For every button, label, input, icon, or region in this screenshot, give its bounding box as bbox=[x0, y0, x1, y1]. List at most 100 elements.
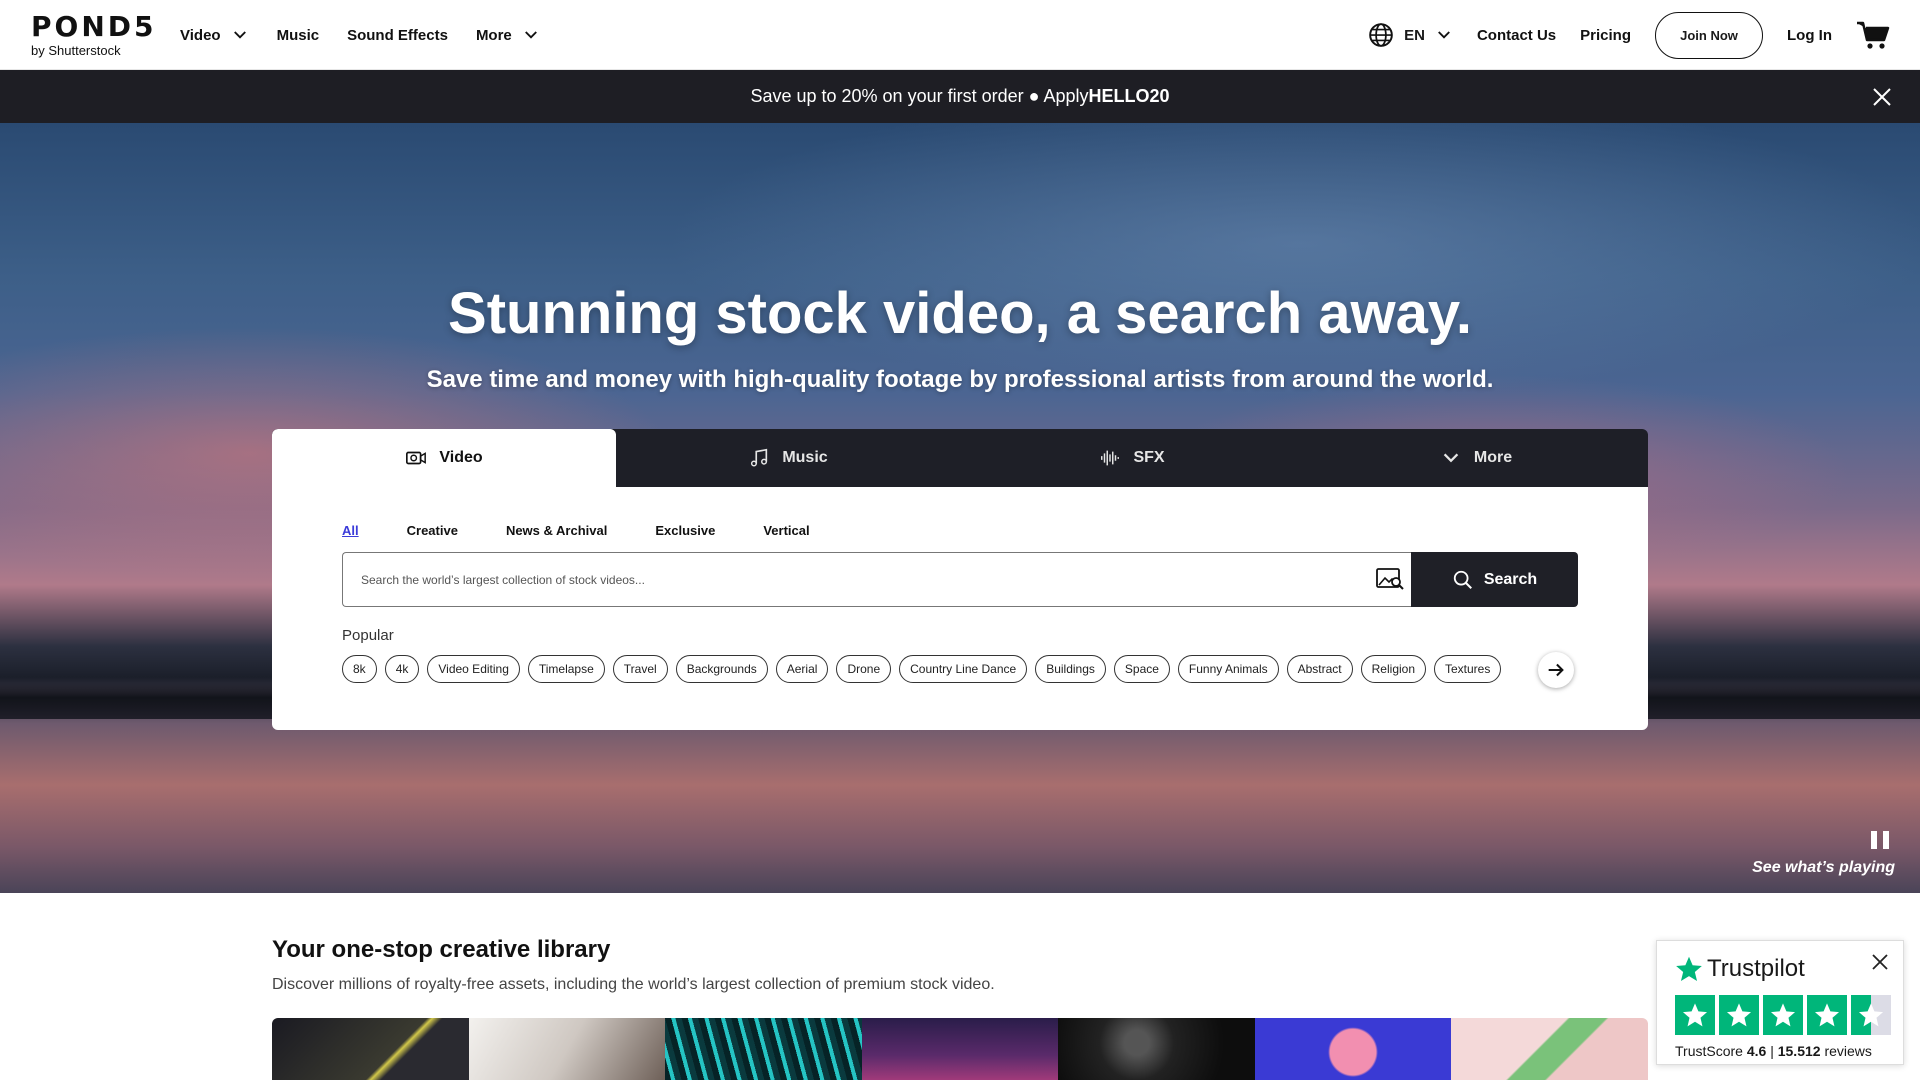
sound-wave-icon bbox=[1101, 450, 1120, 466]
music-note-icon bbox=[751, 448, 768, 467]
search-card: Video Music SFX More All Creative News &… bbox=[272, 429, 1648, 730]
popular-tags: 8k 4k Video Editing Timelapse Travel Bac… bbox=[342, 655, 1502, 683]
see-whats-playing-link[interactable]: See what’s playing bbox=[1745, 859, 1895, 877]
globe-icon bbox=[1369, 23, 1393, 47]
library-subtitle: Discover millions of royalty-free assets… bbox=[272, 976, 995, 993]
tab-sfx-label: SFX bbox=[1133, 449, 1165, 466]
search-button[interactable]: Search bbox=[1411, 552, 1578, 607]
filter-news-archival[interactable]: News & Archival bbox=[506, 523, 607, 538]
filter-vertical[interactable]: Vertical bbox=[763, 523, 809, 538]
language-selector[interactable]: EN bbox=[1368, 22, 1453, 48]
category-thumbnail[interactable] bbox=[1451, 1018, 1648, 1080]
star-icon bbox=[1814, 1003, 1840, 1027]
search-row: Search the world’s largest collection of… bbox=[342, 552, 1578, 607]
category-thumbnail[interactable] bbox=[468, 1018, 665, 1080]
trustpilot-logo: Trustpilot bbox=[1675, 955, 1805, 983]
trustpilot-brand: Trustpilot bbox=[1707, 955, 1805, 982]
logo-byline: by Shutterstock bbox=[31, 43, 121, 58]
category-thumbnail[interactable] bbox=[665, 1018, 862, 1080]
logo-wordmark: POND5 bbox=[31, 10, 157, 43]
trustscore-divider: | bbox=[1770, 1043, 1778, 1059]
main-nav: Video Music Sound Effects More bbox=[180, 0, 540, 70]
chevron-down-icon bbox=[524, 31, 537, 39]
popular-label: Popular bbox=[342, 627, 394, 644]
hero-subtitle: Save time and money with high-quality fo… bbox=[426, 366, 1494, 393]
popular-tag[interactable]: Timelapse bbox=[527, 655, 605, 683]
trustscore-text: TrustScore 4.6 | 15.512 reviews bbox=[1675, 1043, 1872, 1059]
tab-music-label: Music bbox=[782, 449, 828, 466]
nav-more[interactable]: More bbox=[476, 26, 540, 44]
hero-title: Stunning stock video, a search away. bbox=[448, 281, 1472, 346]
tab-more-label: More bbox=[1473, 449, 1513, 466]
join-now-button[interactable]: Join Now bbox=[1655, 11, 1763, 59]
reviews-label: reviews bbox=[1824, 1043, 1872, 1059]
close-icon[interactable] bbox=[1871, 86, 1893, 108]
popular-tag[interactable]: Backgrounds bbox=[675, 655, 768, 683]
nav-right: EN Contact Us Pricing Join Now Log In bbox=[1368, 0, 1890, 70]
category-thumbnail[interactable] bbox=[1254, 1018, 1451, 1080]
filter-all[interactable]: All bbox=[342, 523, 359, 538]
nav-video-label: Video bbox=[180, 26, 221, 44]
language-label: EN bbox=[1404, 26, 1425, 44]
popular-tag[interactable]: Video Editing bbox=[427, 655, 520, 683]
pause-bar bbox=[1871, 831, 1877, 849]
popular-tag[interactable]: Abstract bbox=[1286, 655, 1353, 683]
popular-tag[interactable]: Space bbox=[1113, 655, 1170, 683]
tab-sfx[interactable]: SFX bbox=[960, 429, 1304, 487]
popular-tag[interactable]: Drone bbox=[836, 655, 892, 683]
popular-tag[interactable]: Country Line Dance bbox=[899, 655, 1028, 683]
tab-more[interactable]: More bbox=[1304, 429, 1648, 487]
filter-creative[interactable]: Creative bbox=[407, 523, 458, 538]
popular-tag[interactable]: Textures bbox=[1434, 655, 1502, 683]
nav-sound-effects[interactable]: Sound Effects bbox=[347, 27, 448, 44]
trustpilot-widget[interactable]: Trustpilot TrustScore 4.6 | 15.512 revie… bbox=[1656, 940, 1904, 1065]
category-thumbnail[interactable] bbox=[272, 1018, 469, 1080]
video-camera-icon bbox=[406, 451, 427, 465]
tab-video[interactable]: Video bbox=[272, 429, 616, 487]
tab-music[interactable]: Music bbox=[616, 429, 960, 487]
pricing-link[interactable]: Pricing bbox=[1580, 27, 1631, 44]
star-icon bbox=[1726, 1003, 1752, 1027]
nav-more-label: More bbox=[475, 26, 512, 44]
category-thumbnail[interactable] bbox=[1058, 1018, 1255, 1080]
popular-tag[interactable]: Religion bbox=[1360, 655, 1426, 683]
star-icon bbox=[1858, 1003, 1884, 1027]
search-icon bbox=[1453, 570, 1472, 589]
cart-icon[interactable] bbox=[1856, 20, 1890, 50]
nav-video[interactable]: Video bbox=[180, 26, 249, 44]
popular-tag[interactable]: Funny Animals bbox=[1177, 655, 1279, 683]
chevron-down-icon bbox=[1438, 31, 1450, 39]
reviews-count: 15.512 bbox=[1777, 1043, 1821, 1059]
rating-star bbox=[1719, 995, 1759, 1035]
filter-exclusive[interactable]: Exclusive bbox=[655, 523, 715, 538]
search-tabs: Video Music SFX More bbox=[272, 429, 1648, 487]
tab-video-label: Video bbox=[439, 449, 483, 466]
rating-star bbox=[1763, 995, 1803, 1035]
popular-tag[interactable]: Buildings bbox=[1035, 655, 1106, 683]
promo-banner: Save up to 20% on your first order ● App… bbox=[0, 70, 1920, 123]
category-thumbnail[interactable] bbox=[861, 1018, 1058, 1080]
pause-button[interactable] bbox=[1871, 831, 1891, 849]
trustscore-label: TrustScore bbox=[1675, 1043, 1743, 1059]
popular-tag[interactable]: 8k bbox=[342, 655, 377, 683]
close-icon[interactable] bbox=[1871, 953, 1889, 971]
content-filters: All Creative News & Archival Exclusive V… bbox=[342, 523, 810, 538]
search-card-body: All Creative News & Archival Exclusive V… bbox=[272, 487, 1648, 730]
popular-tag[interactable]: Aerial bbox=[775, 655, 829, 683]
pond5-logo[interactable]: POND5 by Shutterstock bbox=[31, 10, 161, 59]
log-in-link[interactable]: Log In bbox=[1787, 27, 1832, 44]
trustpilot-rating-stars bbox=[1675, 995, 1891, 1035]
top-nav: POND5 by Shutterstock Video Music Sound … bbox=[0, 0, 1920, 70]
star-icon bbox=[1682, 1003, 1708, 1027]
nav-music-label: Music bbox=[276, 26, 320, 44]
image-search-icon[interactable] bbox=[1376, 567, 1404, 591]
popular-tag[interactable]: 4k bbox=[384, 655, 420, 683]
popular-tag[interactable]: Travel bbox=[612, 655, 668, 683]
rating-star-half bbox=[1851, 995, 1891, 1035]
contact-us-link[interactable]: Contact Us bbox=[1477, 27, 1556, 44]
nav-music[interactable]: Music bbox=[277, 27, 320, 44]
search-input[interactable]: Search the world’s largest collection of… bbox=[342, 552, 1411, 607]
nav-sound-effects-label: Sound Effects bbox=[347, 26, 448, 44]
tags-next-button[interactable] bbox=[1538, 652, 1574, 688]
category-thumbnails bbox=[272, 1018, 1648, 1080]
